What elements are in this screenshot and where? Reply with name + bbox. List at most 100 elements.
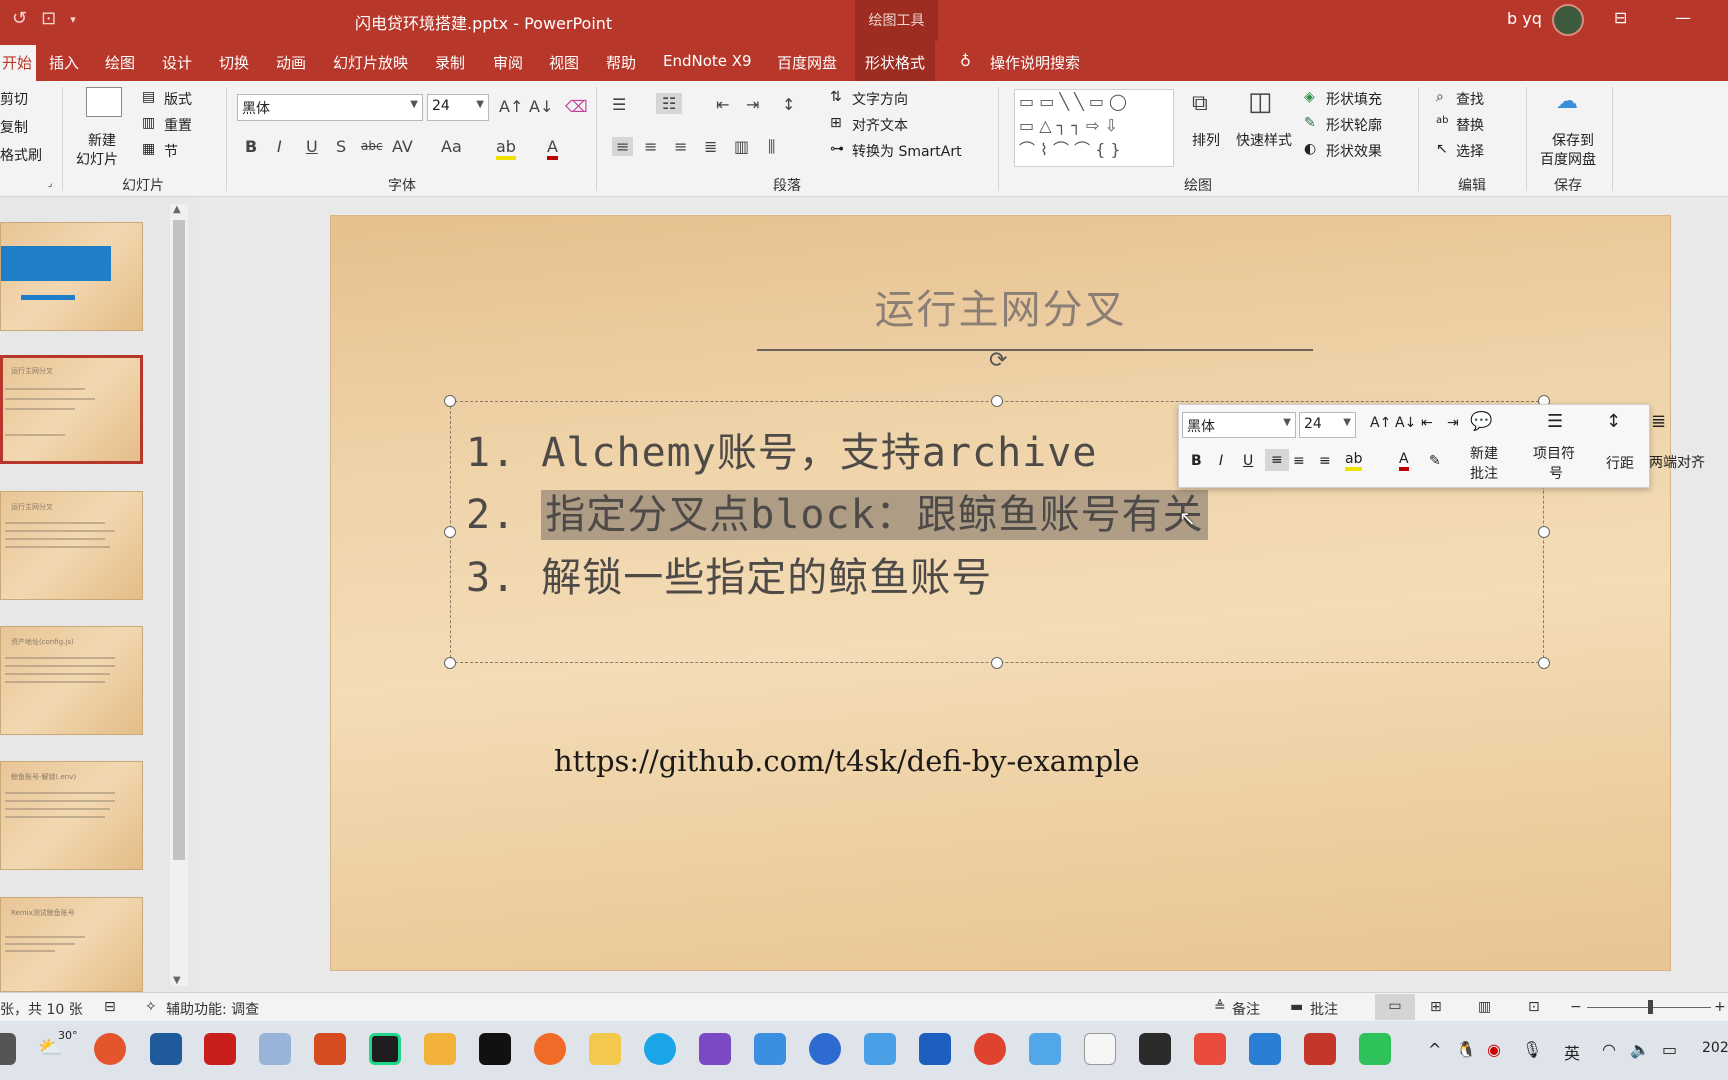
align-right-icon[interactable]: ≡ [674, 137, 687, 156]
line-spacing-icon[interactable]: ↕ [1606, 411, 1621, 432]
pdf-icon[interactable] [204, 1033, 236, 1065]
align-center-icon[interactable]: ≡ [1293, 453, 1305, 469]
font-color-icon[interactable]: A [547, 137, 558, 160]
bullets-icon[interactable]: ☰ [612, 95, 626, 114]
minimize-icon[interactable]: — [1675, 8, 1691, 27]
clipboard-launcher-icon[interactable]: ⌟ [48, 179, 52, 189]
mini-font-combo[interactable]: 黑体 ▼ [1182, 412, 1296, 438]
bullet-item[interactable]: 2. 指定分叉点block：跟鲸鱼账号有关 [466, 482, 1208, 540]
reference-url[interactable]: https://github.com/t4sk/defi-by-example [554, 744, 1140, 778]
antivirus-icon[interactable]: ◉ [1487, 1040, 1501, 1059]
baidu-netdisk-icon[interactable] [1029, 1033, 1061, 1065]
customize-qat-icon[interactable]: ▾ [70, 8, 76, 29]
resize-handle[interactable] [444, 657, 456, 669]
new-comment-icon[interactable]: 💬 [1470, 411, 1492, 432]
new-slide-icon[interactable] [86, 87, 122, 117]
decrease-indent-icon[interactable]: ⇤ [716, 95, 729, 114]
typora-icon[interactable] [1084, 1033, 1116, 1065]
align-left-icon[interactable]: ≡ [612, 137, 634, 156]
bold-icon[interactable]: B [1191, 453, 1202, 469]
shapes-gallery[interactable]: ▭ ▭ ╲ ╲ ▭ ◯ ▭ △ ┐ ┐ ⇨ ⇩ ⌒ ⌇ ⌒ ⌒ { } [1014, 89, 1174, 167]
reset-button[interactable]: 重置 [164, 115, 192, 135]
resize-handle[interactable] [444, 526, 456, 538]
reading-view-icon[interactable]: ▥ [1478, 999, 1491, 1015]
italic-icon[interactable]: I [277, 137, 282, 156]
change-case-icon[interactable]: Aa [441, 137, 462, 156]
normal-view-icon[interactable]: ▭ [1375, 994, 1415, 1020]
git-icon[interactable] [1194, 1033, 1226, 1065]
visual-studio-icon[interactable] [699, 1033, 731, 1065]
shape-outline-button[interactable]: 形状轮廓 [1326, 115, 1382, 135]
line-spacing-label[interactable]: 行距 [1606, 453, 1634, 473]
section-button[interactable]: 节 [164, 141, 178, 161]
quick-styles-button[interactable]: 快速样式 [1236, 130, 1292, 150]
align-left-icon[interactable]: ≡ [1265, 449, 1289, 471]
qq-icon[interactable]: 🐧 [1456, 1040, 1476, 1059]
new-slide-label[interactable]: 新建 [88, 130, 116, 150]
resize-handle[interactable] [1538, 526, 1550, 538]
tab-help[interactable]: 帮助 [606, 52, 636, 73]
scroll-up-icon[interactable]: ▲ [173, 204, 181, 215]
security-app-icon[interactable] [919, 1033, 951, 1065]
rotate-handle-icon[interactable]: ⟳ [989, 348, 1007, 373]
notes-button[interactable]: 备注 [1232, 999, 1260, 1019]
distributed-icon[interactable]: ▥ [734, 137, 749, 156]
font-size-combo[interactable]: 24 ▼ [427, 94, 489, 121]
edge-icon[interactable] [644, 1033, 676, 1065]
slide-sorter-icon[interactable]: ⊞ [1430, 999, 1442, 1015]
highlight-icon[interactable]: ab [496, 137, 516, 160]
terminal-icon[interactable] [479, 1033, 511, 1065]
copy-button[interactable]: 复制 [0, 117, 28, 137]
decrease-font-icon[interactable]: A↓ [1395, 415, 1416, 431]
tab-shape-format[interactable]: 形状格式 [855, 41, 936, 81]
tab-draw[interactable]: 绘图 [105, 52, 135, 73]
tab-record[interactable]: 录制 [435, 52, 465, 73]
tab-design[interactable]: 设计 [162, 52, 192, 73]
justify-icon[interactable]: ≣ [1651, 411, 1666, 432]
clear-format-icon[interactable]: ⌫ [565, 97, 588, 116]
ubuntu-icon[interactable] [94, 1033, 126, 1065]
align-text-button[interactable]: 对齐文本 [852, 115, 908, 135]
live-app-icon[interactable] [864, 1033, 896, 1065]
zoom-slider-thumb[interactable] [1648, 1000, 1653, 1014]
scroll-down-icon[interactable]: ▼ [173, 975, 181, 986]
tab-transitions[interactable]: 切换 [219, 52, 249, 73]
clock[interactable]: 202 [1702, 1040, 1728, 1056]
increase-indent-icon[interactable]: ⇥ [746, 95, 759, 114]
pycharm-icon[interactable] [369, 1033, 401, 1065]
select-button[interactable]: 选择 [1456, 141, 1484, 161]
bullets-icon[interactable]: ☰ [1547, 411, 1563, 432]
spellcheck-icon[interactable]: ⊟ [104, 999, 116, 1015]
slide-thumbnail[interactable]: 鲸鱼账号-解锁(.env) [0, 761, 143, 870]
format-painter-button[interactable]: 格式刷 [0, 145, 42, 165]
resize-handle[interactable] [1538, 657, 1550, 669]
microphone-icon[interactable]: 🎙 [1522, 1040, 1542, 1059]
slide-thumbnail[interactable]: 运行主网分叉 [0, 491, 143, 600]
underline-icon[interactable]: U [1243, 453, 1253, 469]
arrange-button[interactable]: 排列 [1192, 130, 1220, 150]
new-comment-label-2[interactable]: 批注 [1470, 463, 1498, 483]
find-button[interactable]: 查找 [1456, 89, 1484, 109]
tab-slideshow[interactable]: 幻灯片放映 [333, 52, 408, 73]
format-painter-icon[interactable]: ✎ [1429, 453, 1441, 469]
chrome-icon[interactable] [974, 1033, 1006, 1065]
char-spacing-icon[interactable]: AV [392, 137, 413, 156]
browser-app-icon[interactable] [534, 1033, 566, 1065]
tell-me-search[interactable]: 操作说明搜索 [990, 52, 1080, 73]
tab-view[interactable]: 视图 [549, 52, 579, 73]
mini-size-combo[interactable]: 24 ▼ [1299, 412, 1356, 438]
resize-handle[interactable] [991, 657, 1003, 669]
decrease-font-icon[interactable]: A↓ [529, 97, 553, 116]
chevron-up-icon[interactable]: ^ [1428, 1040, 1441, 1059]
save-cloud-label-2[interactable]: 百度网盘 [1540, 149, 1596, 169]
file-explorer-icon[interactable] [589, 1033, 621, 1065]
decrease-indent-icon[interactable]: ⇤ [1421, 415, 1433, 431]
replace-button[interactable]: 替换 [1456, 115, 1484, 135]
new-slide-label-2[interactable]: 幻灯片 [76, 149, 118, 169]
cut-button[interactable]: 剪切 [0, 89, 28, 109]
zoom-in-icon[interactable]: + [1714, 999, 1726, 1015]
tab-animations[interactable]: 动画 [276, 52, 306, 73]
tab-review[interactable]: 审阅 [493, 52, 523, 73]
increase-indent-icon[interactable]: ⇥ [1447, 415, 1459, 431]
baidu-cloud-icon[interactable]: ☁ [1556, 89, 1578, 114]
